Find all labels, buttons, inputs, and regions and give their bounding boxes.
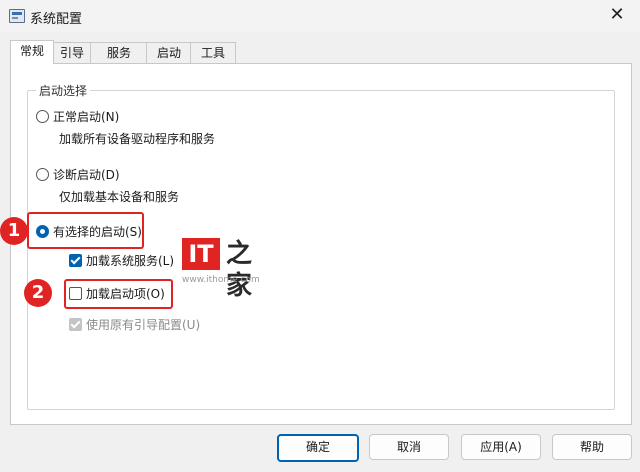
checkbox-disabled [69,318,82,331]
tab-services[interactable]: 服务 [90,42,148,63]
load-system-services-label: 加载系统服务(L) [86,254,175,268]
help-button[interactable]: 帮助 [552,434,632,460]
diagnostic-startup-desc: 仅加载基本设备和服务 [59,190,180,204]
normal-startup-label: 正常启动(N) [53,110,120,124]
radio-button[interactable] [36,168,49,181]
tab-boot[interactable]: 引导 [52,42,92,63]
cancel-button[interactable]: 取消 [369,434,449,460]
watermark-logo: IT [182,238,220,270]
ok-button[interactable]: 确定 [277,434,359,462]
checkbox-unchecked[interactable] [69,287,82,300]
load-startup-items-label: 加载启动项(O) [86,287,165,301]
watermark-url: www.ithome.com [182,275,260,285]
watermark-brand: 之家 [226,239,253,301]
use-original-boot-checkbox: 使用原有引导配置(U) [69,316,200,333]
tab-startup[interactable]: 启动 [146,42,192,63]
normal-startup-desc: 加载所有设备驱动程序和服务 [59,132,216,146]
close-icon[interactable]: ✕ [594,0,640,32]
load-startup-items-checkbox[interactable]: 加载启动项(O) [69,285,165,302]
selective-startup-radio[interactable]: 有选择的启动(S) [36,223,142,240]
checkbox-checked[interactable] [69,254,82,267]
use-original-boot-label: 使用原有引导配置(U) [86,318,201,332]
normal-startup-radio[interactable]: 正常启动(N) [36,108,119,125]
annotation-badge-2: 2 [24,279,52,307]
window-title: 系统配置 [30,12,83,27]
group-title: 启动选择 [36,82,91,99]
diagnostic-startup-label: 诊断启动(D) [53,168,120,182]
radio-button-checked[interactable] [36,225,49,238]
annotation-badge-1: 1 [0,217,28,245]
app-icon [9,9,25,23]
tab-general[interactable]: 常规 [10,40,54,64]
selective-startup-label: 有选择的启动(S) [53,225,142,239]
tab-tools[interactable]: 工具 [190,42,236,63]
apply-button[interactable]: 应用(A) [461,434,541,460]
load-system-services-checkbox[interactable]: 加载系统服务(L) [69,252,174,269]
diagnostic-startup-radio[interactable]: 诊断启动(D) [36,166,120,183]
radio-button[interactable] [36,110,49,123]
title-bar: 系统配置 ✕ [0,0,640,32]
